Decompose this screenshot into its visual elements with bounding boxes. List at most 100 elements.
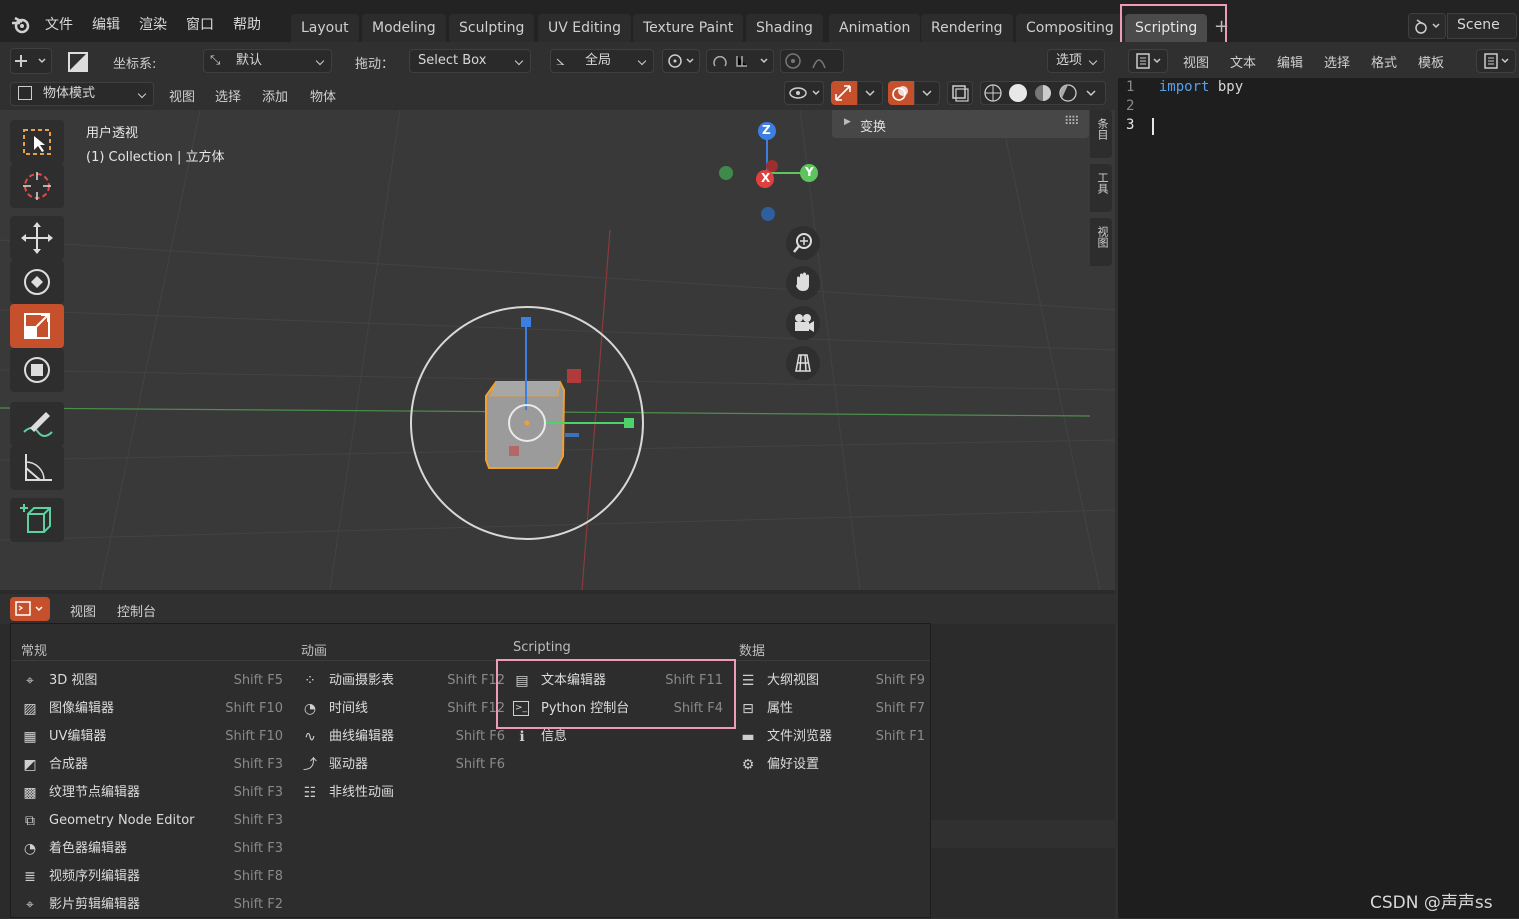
add-workspace-button[interactable]: + bbox=[1214, 16, 1229, 37]
options-dropdown[interactable]: 选项 bbox=[1047, 49, 1105, 73]
cursor-tool-icon[interactable] bbox=[10, 164, 64, 208]
side-tab-item[interactable]: 条目 bbox=[1090, 110, 1112, 158]
drag-dropdown[interactable]: Select Box bbox=[409, 49, 531, 73]
pan-hand-icon[interactable] bbox=[786, 266, 820, 300]
tab-uv-editing[interactable]: UV Editing bbox=[538, 14, 632, 42]
annotate-tool-icon[interactable] bbox=[10, 402, 64, 446]
side-tab-view[interactable]: 视图 bbox=[1090, 218, 1112, 266]
move-tool-icon[interactable] bbox=[10, 216, 64, 260]
blender-logo-icon[interactable] bbox=[10, 14, 32, 36]
dopesheet-icon: ⁘ bbox=[304, 673, 316, 689]
viewport-menu-view[interactable]: 视图 bbox=[169, 86, 195, 105]
menu-item-clip-editor[interactable]: ⌖ 影片剪辑编辑器 Shift F2 bbox=[21, 891, 291, 919]
menu-item-timeline[interactable]: ◔ 时间线 Shift F12 bbox=[301, 695, 505, 723]
xray-toggle-icon[interactable] bbox=[947, 81, 973, 105]
te-menu-format[interactable]: 格式 bbox=[1371, 52, 1397, 71]
menu-item-nla[interactable]: ☷ 非线性动画 bbox=[301, 779, 501, 807]
transform-panel-header[interactable]: ▶ 变换 ⠿⠿ bbox=[832, 110, 1089, 138]
scale-tool-icon[interactable] bbox=[10, 304, 64, 348]
tab-layout[interactable]: Layout bbox=[291, 14, 359, 42]
tab-modeling[interactable]: Modeling bbox=[362, 14, 446, 42]
measure-tool-icon[interactable] bbox=[10, 446, 64, 490]
menu-item-image-editor[interactable]: ▨ 图像编辑器 Shift F10 bbox=[21, 695, 291, 723]
rotate-tool-icon[interactable] bbox=[10, 260, 64, 304]
transform-affect-icon[interactable] bbox=[66, 50, 90, 74]
editor-type-button[interactable] bbox=[10, 597, 50, 621]
menu-item-properties[interactable]: ⊟ 属性 Shift F7 bbox=[739, 695, 925, 723]
tab-texture-paint[interactable]: Texture Paint bbox=[633, 14, 744, 42]
menu-item-compositor[interactable]: ◩ 合成器 Shift F3 bbox=[21, 751, 291, 779]
gizmo-toggle-icon[interactable] bbox=[831, 81, 857, 105]
menu-item-3d-view[interactable]: ⌖ 3D 视图 Shift F5 bbox=[21, 667, 291, 695]
visibility-eye-icon[interactable] bbox=[784, 81, 824, 105]
tab-sculpting[interactable]: Sculpting bbox=[449, 14, 535, 42]
te-menu-edit[interactable]: 编辑 bbox=[1277, 52, 1303, 71]
menu-item-geometry-node-editor[interactable]: ⧉ Geometry Node Editor Shift F3 bbox=[21, 807, 291, 835]
te-menu-view[interactable]: 视图 bbox=[1183, 52, 1209, 71]
tool-header: 坐标系: 默认 ⤡ 拖动： Select Box 全局 ⦣ 选项 bbox=[0, 42, 1115, 80]
tab-shading[interactable]: Shading bbox=[746, 14, 823, 42]
sequencer-icon: ≣ bbox=[24, 869, 36, 885]
coord-system-dropdown[interactable]: 默认 bbox=[203, 49, 332, 73]
tab-rendering[interactable]: Rendering bbox=[921, 14, 1013, 42]
scene-selector-icon[interactable] bbox=[1408, 13, 1446, 39]
menu-item-video-sequencer[interactable]: ≣ 视频序列编辑器 Shift F8 bbox=[21, 863, 291, 891]
menu-file[interactable]: 文件 bbox=[45, 14, 73, 34]
properties-icon: ⊟ bbox=[742, 701, 754, 717]
transform-tool-dropdown-icon[interactable] bbox=[10, 48, 52, 74]
info-icon: ℹ bbox=[519, 729, 525, 745]
menu-item-preferences[interactable]: ⚙ 偏好设置 bbox=[739, 751, 925, 779]
menu-item-file-browser[interactable]: ▬ 文件浏览器 Shift F1 bbox=[739, 723, 925, 751]
editor-type-icon[interactable] bbox=[1128, 49, 1168, 73]
tab-animation[interactable]: Animation bbox=[829, 14, 921, 42]
menu-window[interactable]: 窗口 bbox=[186, 14, 214, 34]
menu-render[interactable]: 渲染 bbox=[139, 14, 167, 34]
tab-compositing[interactable]: Compositing bbox=[1016, 14, 1124, 42]
camera-view-icon[interactable] bbox=[786, 306, 820, 340]
viewport-scene bbox=[0, 110, 1115, 590]
zoom-icon[interactable] bbox=[786, 226, 820, 260]
menu-item-dopesheet[interactable]: ⁘ 动画摄影表 Shift F12 bbox=[301, 667, 505, 695]
viewport-menu-object[interactable]: 物体 bbox=[310, 86, 336, 105]
te-menu-templates[interactable]: 模板 bbox=[1418, 52, 1444, 71]
viewport-menu-add[interactable]: 添加 bbox=[262, 86, 288, 105]
perspective-grid-icon[interactable] bbox=[786, 346, 820, 380]
snap-icon[interactable] bbox=[706, 49, 774, 73]
overlays-dropdown-icon[interactable] bbox=[914, 81, 940, 105]
select-box-tool-icon[interactable] bbox=[10, 120, 64, 164]
viewport-menu-select[interactable]: 选择 bbox=[215, 86, 241, 105]
menu-edit[interactable]: 编辑 bbox=[92, 14, 120, 34]
text-datablock-icon[interactable] bbox=[1476, 49, 1516, 73]
3d-viewport[interactable]: 用户透视 (1) Collection | 立方体 Z Y X ▶ 变换 ⠿⠿ … bbox=[0, 110, 1115, 590]
menu-item-texture-node-editor[interactable]: ▩ 纹理节点编辑器 Shift F3 bbox=[21, 779, 291, 807]
console-menu-console[interactable]: 控制台 bbox=[117, 601, 156, 620]
transform-tool-icon[interactable] bbox=[10, 348, 64, 392]
code-area[interactable]: 1 import bpy 2 3 bbox=[1118, 78, 1519, 918]
pivot-point-icon[interactable] bbox=[662, 49, 700, 73]
menu-item-outliner[interactable]: ☰ 大纲视图 Shift F9 bbox=[739, 667, 925, 695]
menu-item-graph-editor[interactable]: ∿ 曲线编辑器 Shift F6 bbox=[301, 723, 505, 751]
menu-item-uv-editor[interactable]: ▦ UV编辑器 Shift F10 bbox=[21, 723, 291, 751]
line-number: 2 bbox=[1126, 98, 1135, 114]
drag-handle-icon[interactable]: ⠿⠿ bbox=[1064, 114, 1080, 128]
shading-modes-group bbox=[980, 81, 1106, 105]
text-editor[interactable]: 视图 文本 编辑 选择 格式 模板 1 import bpy 2 3 CSDN … bbox=[1118, 42, 1519, 918]
te-menu-text[interactable]: 文本 bbox=[1230, 52, 1256, 71]
menu-help[interactable]: 帮助 bbox=[233, 14, 261, 34]
gizmo-x-label: X bbox=[761, 171, 771, 185]
scene-name-field[interactable]: Scene bbox=[1447, 13, 1517, 39]
menu-header-animation: 动画 bbox=[301, 644, 328, 659]
menu-item-shader-editor[interactable]: ◔ 着色器编辑器 Shift F3 bbox=[21, 835, 291, 863]
watermark: CSDN @声声ss bbox=[1370, 893, 1493, 913]
side-tab-tool[interactable]: 工具 bbox=[1090, 164, 1112, 212]
add-cube-tool-icon[interactable] bbox=[10, 498, 64, 542]
proportional-edit-icon[interactable] bbox=[780, 49, 844, 73]
gizmo-dropdown-icon[interactable] bbox=[857, 81, 883, 105]
te-menu-select[interactable]: 选择 bbox=[1324, 52, 1350, 71]
pivot-dropdown[interactable]: 全局 bbox=[550, 49, 654, 73]
console-menu-view[interactable]: 视图 bbox=[70, 601, 96, 620]
editor-type-menu: 常规 动画 Scripting 数据 ⌖ 3D 视图 Shift F5 ▨ 图像… bbox=[10, 623, 931, 918]
view-name-label: 用户透视 bbox=[86, 126, 139, 141]
menu-item-drivers[interactable]: ⤴ 驱动器 Shift F6 bbox=[301, 751, 505, 779]
overlays-toggle-icon[interactable] bbox=[888, 81, 914, 105]
